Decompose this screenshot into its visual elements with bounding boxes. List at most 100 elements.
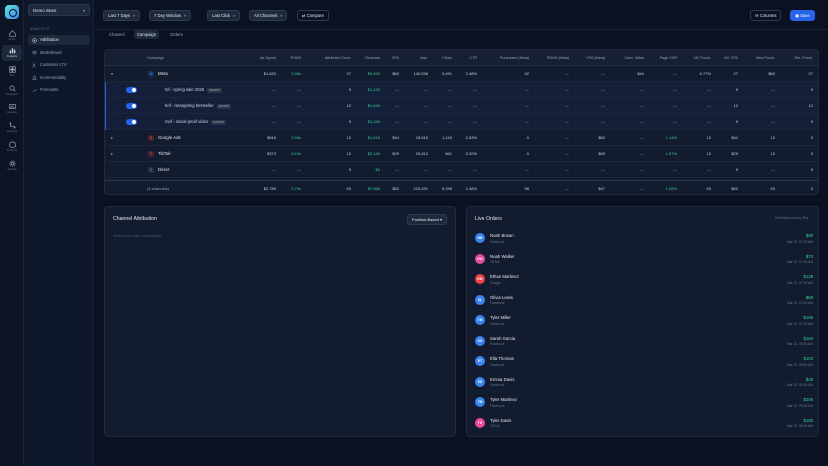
table-cell: 9 [810,167,813,172]
channels-dropdown[interactable]: All Channels ▾ [249,10,288,21]
live-orders-card: Live Orders Refreshes every 30s NB Noah B… [466,206,819,437]
order-row[interactable]: ET Ella Thomas Facebook $103 Mar 22, 06:00 A… [475,352,813,372]
sidebar-item-incrementality[interactable]: Incrementality [28,73,90,83]
columns-label: Columns [759,13,777,18]
chevron-right-icon[interactable]: ▸ [111,130,113,146]
rail-item-label: Home [8,38,16,41]
tab-orders[interactable]: Orders [167,30,186,39]
customer-name: Ella Thomas [490,356,514,361]
channel-name: Direct [158,167,170,172]
rail-item-analytics[interactable]: Analytics [2,45,22,61]
rail-item-tiles[interactable]: Tiles [2,64,22,80]
ad-row[interactable]: tof - spring sale 2026 paused — —9 $1,133— — —… [105,82,818,98]
order-source: Google [490,280,501,285]
column-header[interactable]: Ret. Purch. [763,50,813,66]
avatar: EM [475,274,485,284]
attribution-model-dropdown[interactable]: Last Click ▾ [207,10,240,21]
table-cell: 0 [810,186,813,191]
table-cell: 2.48% [465,71,477,76]
rail-item-research[interactable]: Research [2,83,22,99]
customer-name: Sarah Garcia [490,335,516,341]
rail-item-products[interactable]: Products [2,139,22,155]
bar-chart-icon [9,47,16,54]
table-cell: 2.63% [465,135,477,140]
order-row[interactable]: TM Tyler Miller Facebook $166 Mar 22, 07:00 … [475,311,813,331]
order-row[interactable]: EM Ethan Martinez Google $128 Mar 22, 07:00 … [475,270,813,290]
route-icon [9,122,16,129]
date-range-dropdown[interactable]: Last 7 Days ▾ [103,10,140,21]
table-cell: 2.46% [465,186,477,191]
table-cell: 5.19x [291,151,301,156]
channel-row[interactable]: D Direct — —9 $0— — — — — — — — — —9—9 [105,162,818,178]
channel-name: Google Ads [158,135,181,140]
tab-campaign[interactable]: Campaign [134,30,160,39]
rail-item-home[interactable]: Home [2,28,22,44]
order-time: Mar 22, 07:00 AM [786,321,813,326]
rail-item-creatives[interactable]: Creatives [2,101,22,117]
ad-name: mof - social proof video paused [165,114,226,130]
avatar: TM [475,315,485,325]
card-title: Channel Attribution [113,216,157,222]
columns-button[interactable]: ☷ Columns [750,10,782,21]
ad-status-toggle[interactable] [126,103,137,109]
trend-icon [32,88,37,93]
google-ads-icon: G [148,135,154,141]
store-selector[interactable]: Demo Store ▾ [28,4,90,16]
save-button[interactable]: ▣ Save [790,10,815,21]
sidebar-item-multi-brand[interactable]: Multi-Brand [28,48,90,58]
column-header[interactable]: ROAS [251,50,301,66]
sidebar-item-attribution[interactable]: Attribution [28,35,90,45]
order-row[interactable]: TM Tyler Martinez Facebook $206 Mar 22, 05:0… [475,393,813,413]
table-cell: 2.79x [291,186,301,191]
column-header-campaign[interactable]: Campaign [147,50,164,66]
compare-button[interactable]: ⇄ Compare [297,10,329,21]
order-source: TikTok [490,424,500,428]
order-row[interactable]: TD Tyler Davis TikTok $180 Mar 22, 05:00 AM [475,414,813,434]
rail-item-journeys[interactable]: Journeys [2,120,22,136]
chevron-right-icon[interactable]: ▸ [111,146,113,162]
order-amount: $59 [805,294,813,300]
order-source: Facebook [490,239,505,244]
rail-item-label: Analytics [6,55,18,58]
ad-status-toggle[interactable] [126,87,137,93]
order-row[interactable]: OL Olivia Lewis Facebook $59 Mar 22, 07:00 A… [475,291,813,311]
avatar: NW [475,253,485,264]
order-amount: $90 [805,233,813,238]
gear-icon [8,160,16,167]
order-time: Mar 22, 07:00 AM [786,280,813,285]
app-logo[interactable] [5,5,19,19]
ad-row[interactable]: mof - social proof video paused — —9 $1,240—… [105,114,818,130]
window-label: 7 Day Window [154,13,181,18]
order-row[interactable]: NB Noah Brown Facebook $90 Mar 22, 07:30 AM [475,229,813,249]
rail-item-settings[interactable]: Settings [2,158,22,174]
sidebar-section-label: ANALYTICS [30,27,50,31]
rail-item-label: Journeys [6,130,18,133]
attribution-model-select[interactable]: Position-Based ▾ [406,214,447,225]
tab-channel[interactable]: Channel [106,30,128,39]
attribution-window-dropdown[interactable]: 7 Day Window ▾ [149,10,191,21]
order-amount: $70 [805,253,813,259]
channel-row[interactable]: ▸ T TikTok $373 5.19x 13 $2,146 $29 29,812 661 2.2… [105,146,818,162]
ad-row[interactable]: bof - retargeting bestseller paused — —12 $1… [105,98,818,114]
order-row[interactable]: SG Sarah Garcia Facebook $160 Mar 22, 06:30 … [475,332,813,352]
chevron-down-icon: ▾ [280,14,283,18]
sidebar-item-forecasts[interactable]: Forecasts [28,85,90,95]
order-time: Mar 22, 06:30 AM [786,342,813,346]
order-row[interactable]: NW Noah Walker TikTok $70 Mar 22, 07:30 AM [475,250,813,270]
empty-state-text: Multi-touch data unavailable [113,233,162,238]
order-row[interactable]: ED Emma Davis Facebook $39 Mar 22, 05:30 AM [475,373,813,393]
order-amount: $39 [805,376,813,382]
customer-name: Tyler Davis [490,417,512,423]
status-badge: paused [207,87,222,93]
footer-label: (4 channels) [147,186,170,191]
channel-row[interactable]: ▾ M Meta $1,620 2.48x 27 $3,630 $60 140,536 3,491… [105,66,818,82]
refresh-hint: Refreshes every 30s [775,216,808,220]
ad-status-toggle[interactable] [126,119,137,125]
chevron-down-icon: ▾ [133,14,135,18]
status-badge: paused [216,103,232,109]
chevron-down-icon[interactable]: ▾ [111,66,113,82]
sidebar-item-label: Multi-Brand [40,49,62,55]
sidebar-item-customer-ltv[interactable]: Customer LTV [28,60,90,70]
column-header[interactable]: CTR [427,50,477,66]
channel-row[interactable]: ▸ G Google Ads $516 2.94x 13 $1,516 $44 43,615 1,… [105,130,818,146]
